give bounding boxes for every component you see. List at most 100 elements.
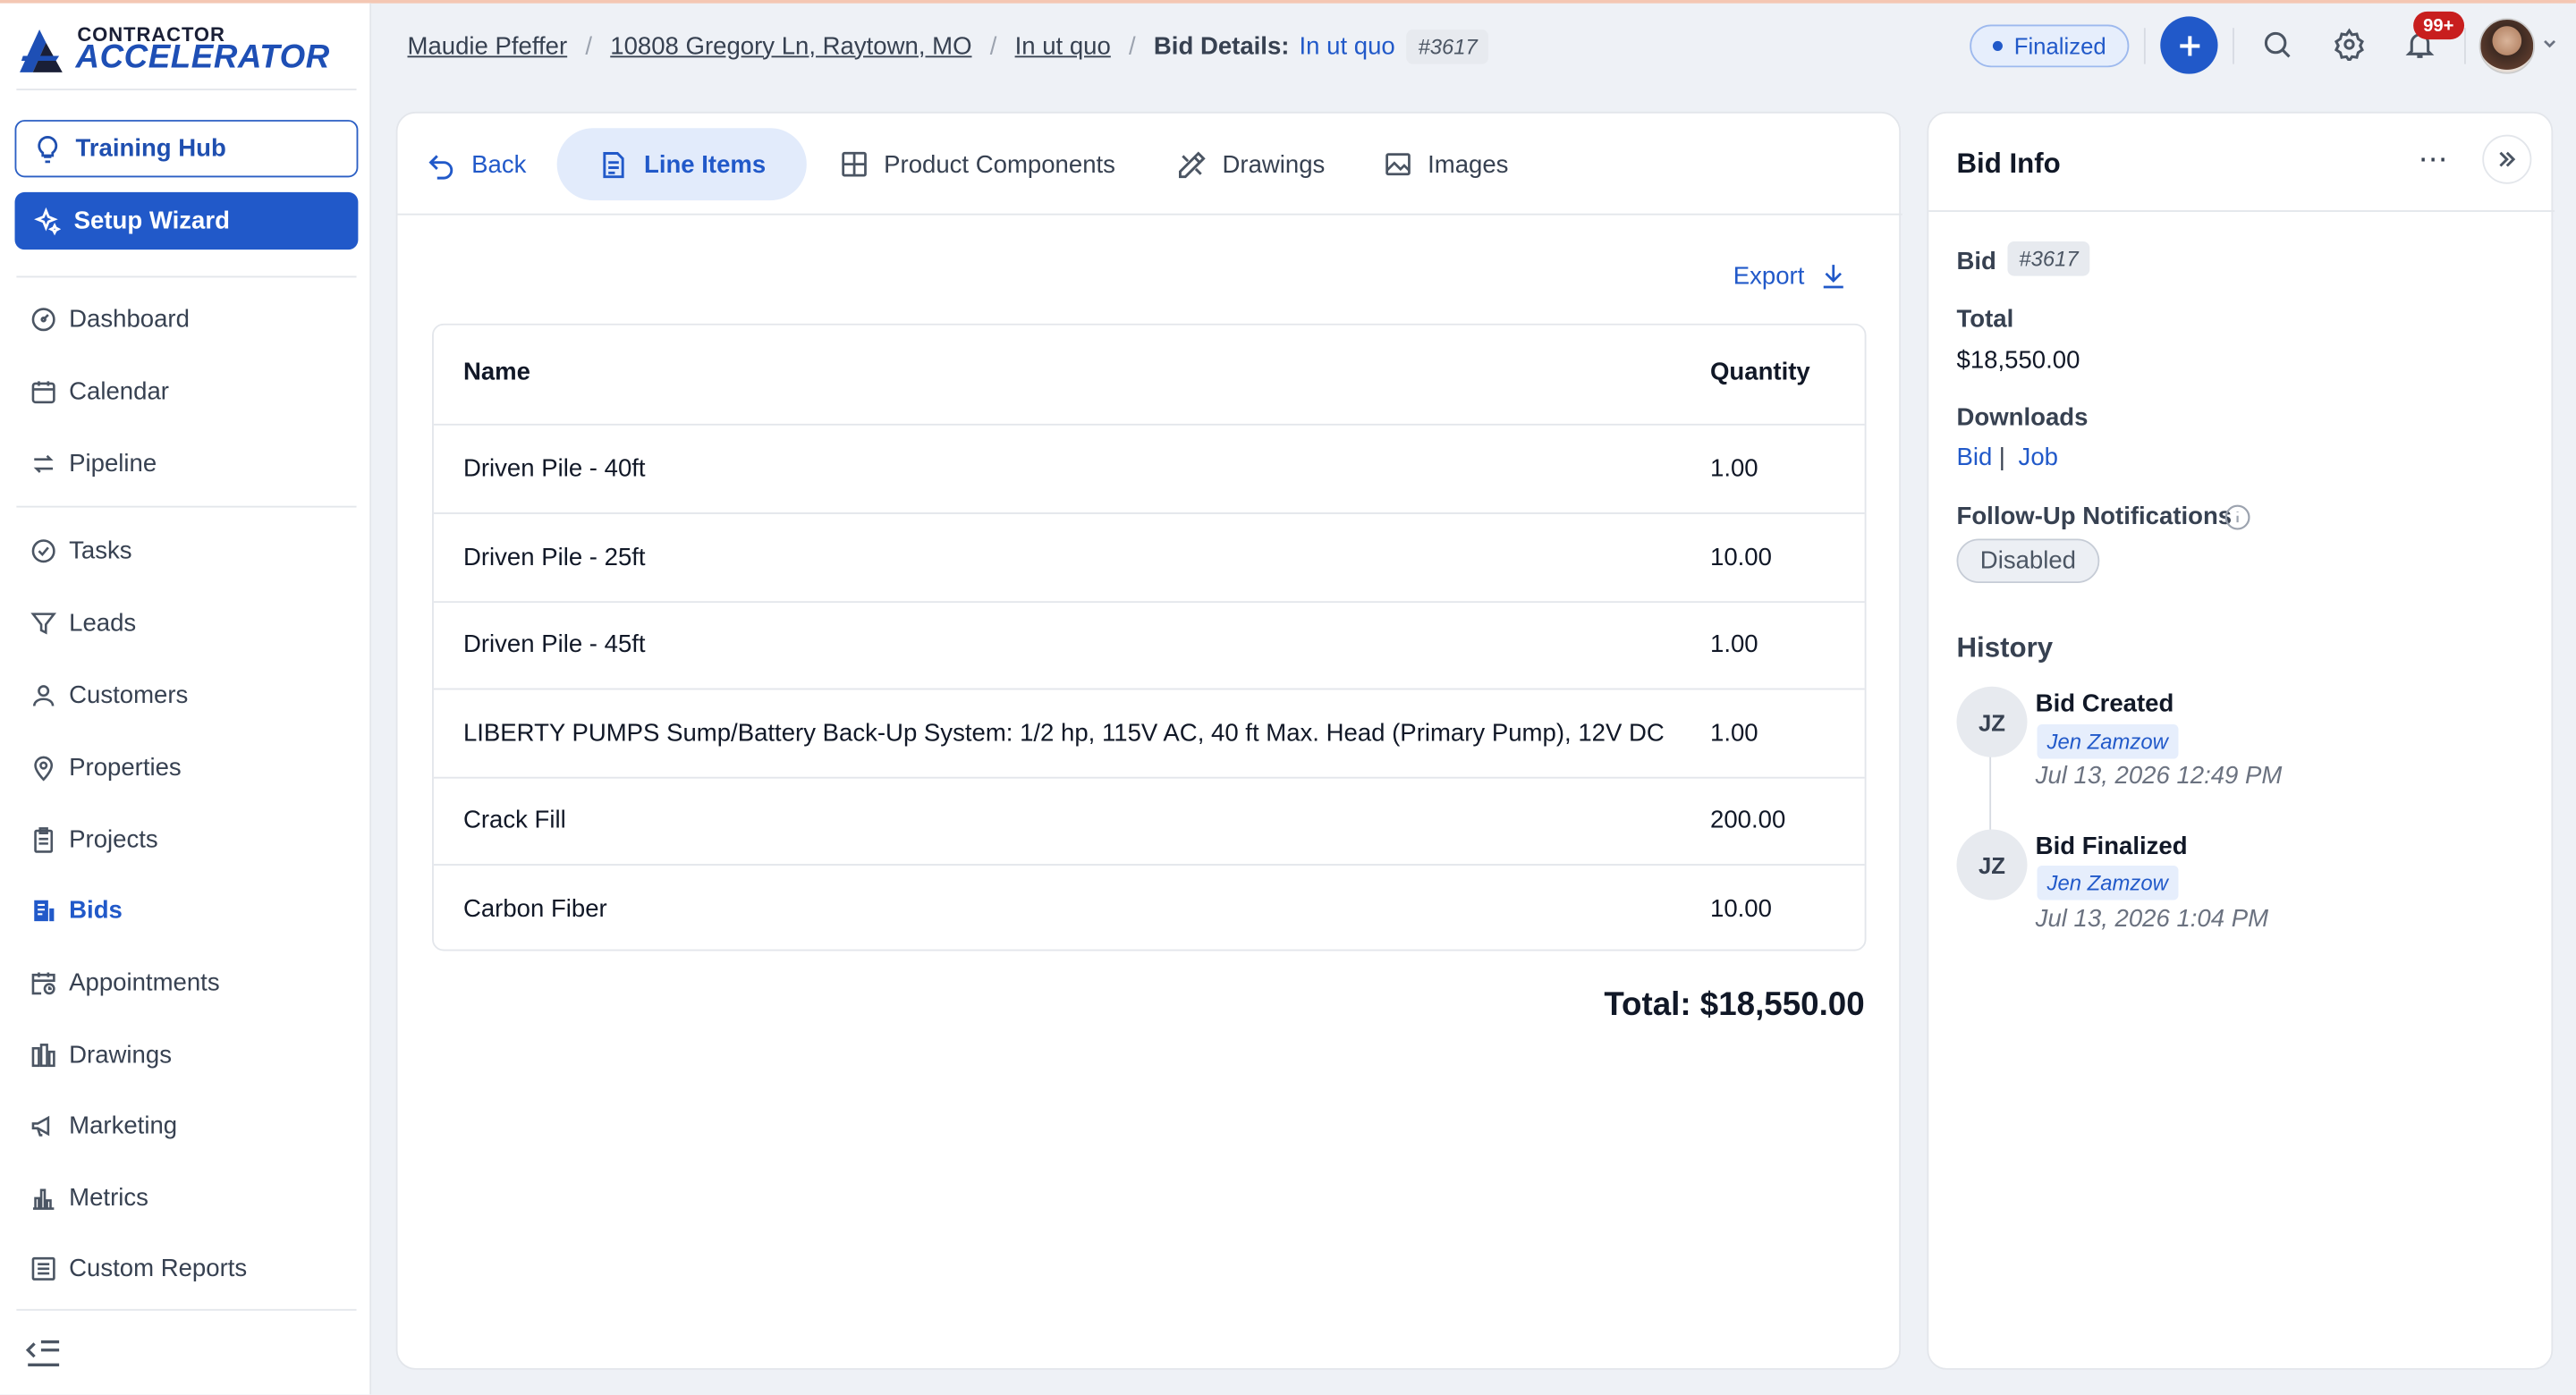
notification-count-badge: 99+ xyxy=(2413,11,2464,40)
back-label: Back xyxy=(471,150,527,179)
sidebar-item-properties[interactable]: Properties xyxy=(30,748,182,787)
table-row[interactable]: Crack Fill 200.00 xyxy=(433,777,1865,866)
chevron-down-icon[interactable] xyxy=(2541,36,2557,52)
setup-wizard-label: Setup Wizard xyxy=(73,207,230,235)
table-row[interactable]: LIBERTY PUMPS Sump/Battery Back-Up Syste… xyxy=(433,689,1865,779)
sidebar-item-label: Metrics xyxy=(69,1183,148,1212)
brand-line2: ACCELERATOR xyxy=(75,39,330,76)
bid-info-title: Bid Info xyxy=(1956,148,2061,180)
history-date: Jul 13, 2026 12:49 PM xyxy=(2035,762,2283,790)
sidebar-item-dashboard[interactable]: Dashboard xyxy=(30,299,190,338)
collapse-sidebar-icon[interactable] xyxy=(25,1337,61,1370)
sidebar-item-label: Calendar xyxy=(69,376,169,405)
sidebar-item-projects[interactable]: Projects xyxy=(30,820,158,859)
gear-icon[interactable] xyxy=(2333,28,2366,61)
sidebar-item-label: Properties xyxy=(69,753,182,782)
breadcrumb-address-link[interactable]: 10808 Gregory Ln, Raytown, MO xyxy=(610,32,971,60)
sidebar-item-marketing[interactable]: Marketing xyxy=(30,1105,177,1145)
tab-line-items[interactable]: Line Items xyxy=(556,128,808,201)
setup-wizard-button[interactable]: Setup Wizard xyxy=(14,191,359,250)
avatar[interactable] xyxy=(2479,18,2536,74)
history-user-tag: Jen Zamzow xyxy=(2037,723,2178,759)
downloads-links: Bid | Job xyxy=(1957,444,2065,471)
sidebar-item-custom-reports[interactable]: Custom Reports xyxy=(30,1248,247,1288)
pipeline-icon xyxy=(33,453,54,472)
more-options-icon[interactable]: ⋯ xyxy=(2419,143,2450,178)
sidebar-item-appointments[interactable]: Appointments xyxy=(30,962,220,1002)
table-row[interactable]: Driven Pile - 40ft 1.00 xyxy=(433,426,1865,514)
header-divider xyxy=(2464,28,2466,64)
sidebar-item-tasks[interactable]: Tasks xyxy=(30,530,132,570)
line-items-total: Total: $18,550.00 xyxy=(1604,986,1865,1024)
sidebar-item-label: Pipeline xyxy=(69,449,157,478)
user-icon xyxy=(32,684,55,706)
sidebar-item-calendar[interactable]: Calendar xyxy=(30,371,169,410)
breadcrumb-separator: / xyxy=(989,31,997,61)
line-items-card: Back Line Items Product Components Drawi… xyxy=(395,111,1902,1370)
table-header-row: Name Quantity xyxy=(433,326,1865,426)
info-icon[interactable] xyxy=(2224,504,2250,530)
back-button[interactable]: Back xyxy=(426,128,527,200)
tab-label: Drawings xyxy=(1222,150,1326,179)
sidebar-item-leads[interactable]: Leads xyxy=(30,603,136,642)
tab-images[interactable]: Images xyxy=(1384,128,1508,200)
bid-number-tag: #3617 xyxy=(1406,29,1489,63)
status-label: Finalized xyxy=(2013,32,2106,60)
tab-bar: Back Line Items Product Components Drawi… xyxy=(397,114,1902,216)
breadcrumb-customer-link[interactable]: Maudie Pfeffer xyxy=(408,32,568,60)
bids-icon xyxy=(34,899,55,921)
line-items-table: Name Quantity Driven Pile - 40ft 1.00 Dr… xyxy=(432,323,1867,951)
history-user-tag: Jen Zamzow xyxy=(2037,865,2178,900)
breadcrumb-separator: / xyxy=(585,31,593,61)
sparkles-icon xyxy=(34,206,61,235)
breadcrumb: Maudie Pfeffer / 10808 Gregory Ln, Rayto… xyxy=(408,26,1489,65)
sidebar-item-label: Drawings xyxy=(69,1040,172,1069)
tasks-icon xyxy=(31,538,55,562)
breadcrumb-separator: / xyxy=(1129,31,1136,61)
brand-logo[interactable]: CONTRACTOR ACCELERATOR xyxy=(16,20,329,79)
export-button[interactable]: Export xyxy=(1733,261,1849,291)
sidebar-item-drawings[interactable]: Drawings xyxy=(30,1035,172,1074)
export-label: Export xyxy=(1733,261,1805,291)
divider xyxy=(16,89,357,91)
lightbulb-icon xyxy=(38,135,58,163)
tab-product-components[interactable]: Product Components xyxy=(840,128,1115,200)
download-bid-link[interactable]: Bid xyxy=(1957,444,1993,471)
table-row[interactable]: Driven Pile - 25ft 10.00 xyxy=(433,514,1865,604)
expand-panel-button[interactable] xyxy=(2482,134,2532,184)
document-list-icon xyxy=(603,151,624,178)
bid-info-header: Bid Info ⋯ xyxy=(1928,114,2555,212)
item-quantity: 200.00 xyxy=(1710,806,1786,835)
breadcrumb-project-link[interactable]: In ut quo xyxy=(1015,32,1111,60)
training-hub-button[interactable]: Training Hub xyxy=(14,120,359,178)
sidebar-item-label: Bids xyxy=(69,895,123,925)
divider xyxy=(16,505,357,508)
list-report-icon xyxy=(31,1256,55,1280)
download-job-link[interactable]: Job xyxy=(2019,444,2058,471)
item-quantity: 10.00 xyxy=(1710,543,1772,572)
download-separator: | xyxy=(1998,443,2005,472)
history-title: History xyxy=(1956,632,2054,664)
tab-drawings[interactable]: Drawings xyxy=(1176,128,1325,200)
header-divider xyxy=(2143,28,2146,64)
add-button[interactable] xyxy=(2160,16,2218,74)
avatar: JZ xyxy=(1956,686,2028,757)
sidebar-item-metrics[interactable]: Metrics xyxy=(30,1178,148,1217)
search-icon[interactable] xyxy=(2260,28,2293,61)
followup-status-badge: Disabled xyxy=(1956,538,2100,584)
sidebar-item-pipeline[interactable]: Pipeline xyxy=(30,444,157,483)
table-row[interactable]: Driven Pile - 45ft 1.00 xyxy=(433,601,1865,690)
item-quantity: 1.00 xyxy=(1710,630,1758,659)
total-value: $18,550.00 xyxy=(1956,346,2080,375)
sidebar-item-bids[interactable]: Bids xyxy=(30,890,123,929)
column-header-quantity: Quantity xyxy=(1710,358,1810,386)
item-name: Driven Pile - 40ft xyxy=(462,454,646,483)
item-name: Driven Pile - 45ft xyxy=(462,630,646,659)
sidebar-item-customers[interactable]: Customers xyxy=(30,675,188,714)
table-row[interactable]: Carbon Fiber 10.00 xyxy=(434,866,1865,950)
grid-icon xyxy=(842,151,867,177)
filter-icon xyxy=(30,612,57,634)
calendar-clock-icon xyxy=(31,971,55,994)
training-hub-label: Training Hub xyxy=(75,134,226,163)
tab-label: Line Items xyxy=(643,150,767,179)
